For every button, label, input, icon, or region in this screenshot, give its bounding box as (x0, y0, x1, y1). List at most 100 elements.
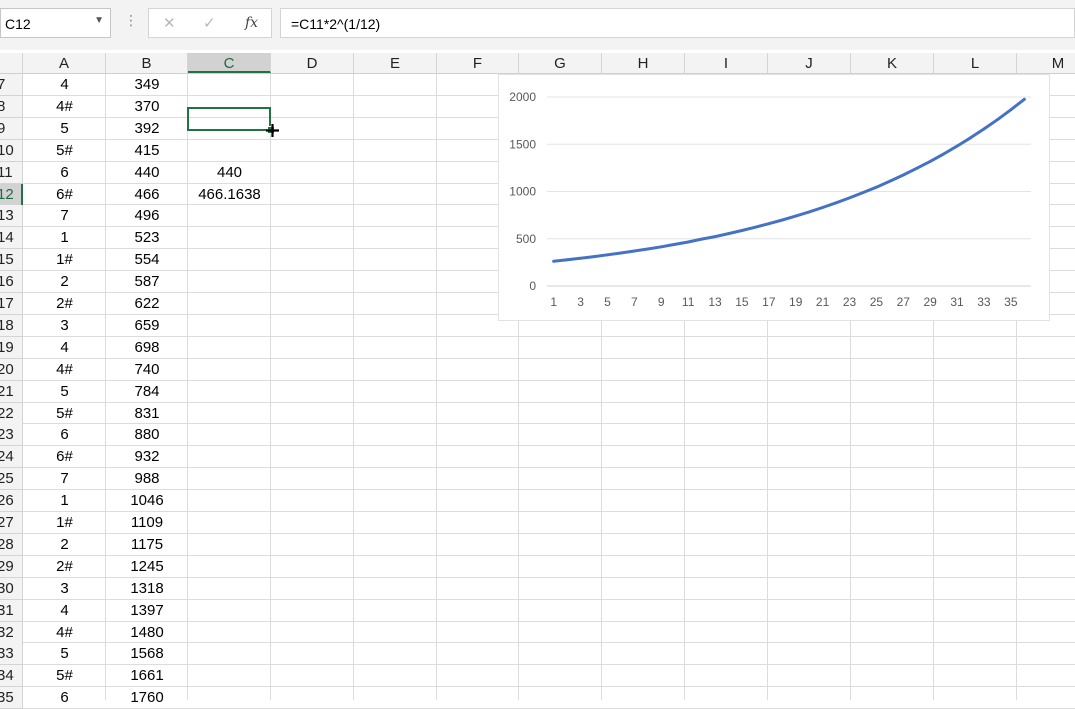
row-header-14[interactable]: 14 (0, 227, 23, 249)
cell-b13[interactable]: 496 (106, 205, 188, 227)
cell-a11[interactable]: 6 (23, 162, 106, 184)
column-header-j[interactable]: J (768, 53, 851, 73)
cell-c10[interactable] (188, 140, 271, 162)
cell-a17[interactable]: 2# (23, 293, 106, 315)
row-header-13[interactable]: 13 (0, 205, 23, 227)
cell-c12[interactable]: 466.1638 (188, 184, 271, 206)
cell-a32[interactable]: 4# (23, 622, 106, 644)
cell-c15[interactable] (188, 249, 271, 271)
cell-c32[interactable] (188, 622, 271, 644)
cell-b16[interactable]: 587 (106, 271, 188, 293)
name-box[interactable]: C12 ▼ (0, 8, 111, 38)
column-header-l[interactable]: L (934, 53, 1017, 73)
cell-c24[interactable] (188, 446, 271, 468)
cell-c11[interactable]: 440 (188, 162, 271, 184)
cell-c21[interactable] (188, 381, 271, 403)
cell-b12[interactable]: 466 (106, 184, 188, 206)
cell-a14[interactable]: 1 (23, 227, 106, 249)
row-header-35[interactable]: 35 (0, 687, 23, 709)
column-header-g[interactable]: G (519, 53, 602, 73)
row-header-27[interactable]: 27 (0, 512, 23, 534)
row-header-10[interactable]: 10 (0, 140, 23, 162)
cell-a16[interactable]: 2 (23, 271, 106, 293)
cell-b22[interactable]: 831 (106, 403, 188, 425)
cell-c25[interactable] (188, 468, 271, 490)
cell-c35[interactable] (188, 687, 271, 709)
formula-input[interactable]: =C11*2^(1/12) (280, 8, 1075, 38)
column-header-d[interactable]: D (271, 53, 354, 73)
column-header-a[interactable]: A (23, 53, 106, 73)
cell-a12[interactable]: 6# (23, 184, 106, 206)
cell-b31[interactable]: 1397 (106, 600, 188, 622)
row-header-26[interactable]: 26 (0, 490, 23, 512)
cell-c34[interactable] (188, 665, 271, 687)
cell-b30[interactable]: 1318 (106, 578, 188, 600)
cell-c17[interactable] (188, 293, 271, 315)
column-header-h[interactable]: H (602, 53, 685, 73)
series-line[interactable] (552, 97, 1026, 263)
row-header-8[interactable]: 8 (0, 96, 23, 118)
cell-b10[interactable]: 415 (106, 140, 188, 162)
row-header-33[interactable]: 33 (0, 643, 23, 665)
cell-a20[interactable]: 4# (23, 359, 106, 381)
column-header-m[interactable]: M (1017, 53, 1075, 73)
cell-b33[interactable]: 1568 (106, 643, 188, 665)
row-header-9[interactable]: 9 (0, 118, 23, 140)
cell-b25[interactable]: 988 (106, 468, 188, 490)
cell-a28[interactable]: 2 (23, 534, 106, 556)
cell-b34[interactable]: 1661 (106, 665, 188, 687)
cell-a9[interactable]: 5 (23, 118, 106, 140)
cell-c31[interactable] (188, 600, 271, 622)
cell-b26[interactable]: 1046 (106, 490, 188, 512)
select-all-corner[interactable] (0, 53, 23, 73)
row-header-25[interactable]: 25 (0, 468, 23, 490)
cell-a34[interactable]: 5# (23, 665, 106, 687)
column-header-f[interactable]: F (437, 53, 519, 73)
cell-b17[interactable]: 622 (106, 293, 188, 315)
cell-c30[interactable] (188, 578, 271, 600)
cell-c7[interactable] (188, 74, 271, 96)
row-header-15[interactable]: 15 (0, 249, 23, 271)
cell-a21[interactable]: 5 (23, 381, 106, 403)
insert-function-icon[interactable]: fx (245, 15, 258, 31)
row-header-18[interactable]: 18 (0, 315, 23, 337)
cell-b24[interactable]: 932 (106, 446, 188, 468)
cell-a13[interactable]: 7 (23, 205, 106, 227)
cell-c29[interactable] (188, 556, 271, 578)
cell-c23[interactable] (188, 424, 271, 446)
cell-b9[interactable]: 392 (106, 118, 188, 140)
row-header-7[interactable]: 7 (0, 74, 23, 96)
more-options-icon[interactable]: ⋮ (124, 12, 138, 29)
row-header-12[interactable]: 12 (0, 184, 23, 206)
cancel-icon[interactable]: ✕ (163, 14, 176, 32)
cell-b7[interactable]: 349 (106, 74, 188, 96)
cell-c19[interactable] (188, 337, 271, 359)
cell-c22[interactable] (188, 403, 271, 425)
cell-a26[interactable]: 1 (23, 490, 106, 512)
cell-a27[interactable]: 1# (23, 512, 106, 534)
cell-b19[interactable]: 698 (106, 337, 188, 359)
cell-a29[interactable]: 2# (23, 556, 106, 578)
column-header-k[interactable]: K (851, 53, 934, 73)
cell-b28[interactable]: 1175 (106, 534, 188, 556)
column-header-c[interactable]: C (188, 53, 271, 73)
cell-a7[interactable]: 4 (23, 74, 106, 96)
cell-a23[interactable]: 6 (23, 424, 106, 446)
cell-a10[interactable]: 5# (23, 140, 106, 162)
row-header-22[interactable]: 22 (0, 403, 23, 425)
row-header-28[interactable]: 28 (0, 534, 23, 556)
cell-b14[interactable]: 523 (106, 227, 188, 249)
cell-a33[interactable]: 5 (23, 643, 106, 665)
cell-b21[interactable]: 784 (106, 381, 188, 403)
cell-b18[interactable]: 659 (106, 315, 188, 337)
cell-a25[interactable]: 7 (23, 468, 106, 490)
cell-c27[interactable] (188, 512, 271, 534)
cell-b23[interactable]: 880 (106, 424, 188, 446)
cell-c28[interactable] (188, 534, 271, 556)
cell-c20[interactable] (188, 359, 271, 381)
row-header-29[interactable]: 29 (0, 556, 23, 578)
cell-c26[interactable] (188, 490, 271, 512)
row-header-24[interactable]: 24 (0, 446, 23, 468)
cell-a19[interactable]: 4 (23, 337, 106, 359)
row-header-17[interactable]: 17 (0, 293, 23, 315)
